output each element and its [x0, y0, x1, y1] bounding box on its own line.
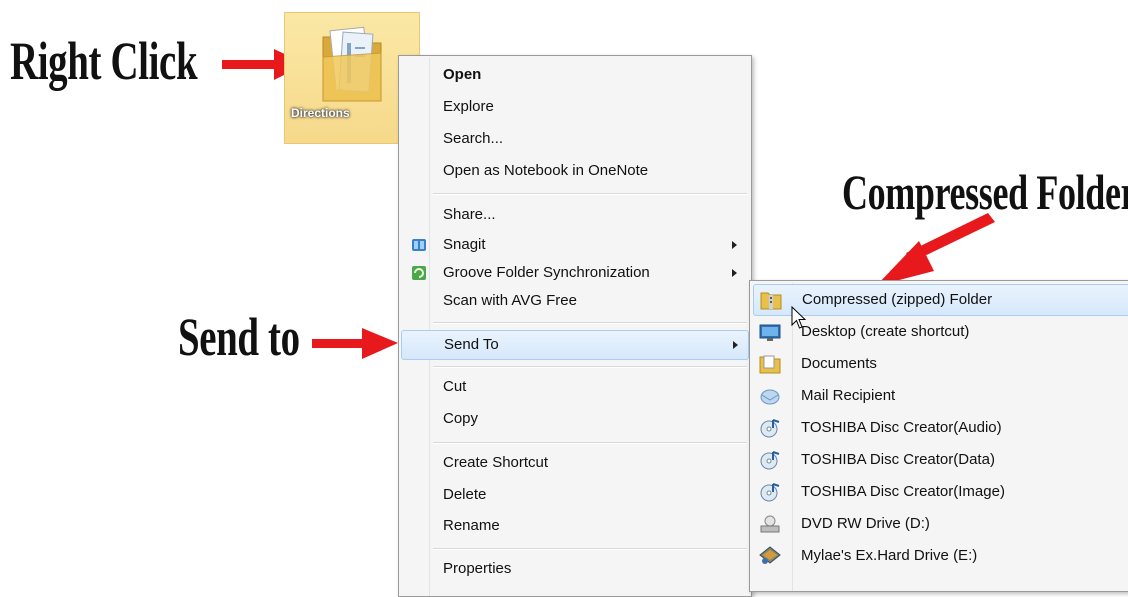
menu-item-explore[interactable]: Explore — [401, 94, 747, 120]
submenu-arrow-icon — [732, 269, 737, 277]
menu-item-groove[interactable]: Groove Folder Synchronization — [401, 260, 747, 286]
send-to-compressed-folder[interactable]: Compressed (zipped) Folder — [753, 284, 1128, 316]
send-to-toshiba-image[interactable]: TOSHIBA Disc Creator(Image) — [753, 477, 1128, 507]
menu-separator — [433, 193, 747, 195]
desktop-icon — [759, 324, 781, 341]
menu-separator — [433, 322, 747, 324]
send-to-toshiba-data[interactable]: TOSHIBA Disc Creator(Data) — [753, 445, 1128, 475]
folder-icon — [322, 26, 382, 102]
send-to-mail-recipient[interactable]: Mail Recipient — [753, 381, 1128, 411]
menu-item-send-to[interactable]: Send To — [401, 330, 749, 360]
snagit-icon — [412, 239, 426, 251]
menu-item-share[interactable]: Share... — [401, 202, 747, 228]
mouse-pointer-icon — [791, 306, 807, 329]
zip-folder-icon — [760, 292, 782, 310]
mail-icon — [760, 389, 780, 405]
menu-item-search[interactable]: Search... — [401, 126, 747, 152]
disc-icon — [760, 451, 780, 470]
groove-icon — [412, 266, 426, 280]
hard-drive-icon — [759, 546, 781, 564]
disc-icon — [760, 483, 780, 502]
menu-item-open-onenote[interactable]: Open as Notebook in OneNote — [401, 158, 747, 184]
menu-item-copy[interactable]: Copy — [401, 406, 747, 432]
send-to-documents[interactable]: Documents — [753, 349, 1128, 379]
send-to-external-hard-drive[interactable]: Mylae's Ex.Hard Drive (E:) — [753, 541, 1128, 571]
menu-item-scan-avg[interactable]: Scan with AVG Free — [401, 288, 747, 314]
submenu-arrow-icon — [732, 241, 737, 249]
send-to-toshiba-audio[interactable]: TOSHIBA Disc Creator(Audio) — [753, 413, 1128, 443]
submenu-arrow-icon — [733, 341, 738, 349]
menu-item-cut[interactable]: Cut — [401, 374, 747, 400]
disc-icon — [760, 419, 780, 438]
menu-item-rename[interactable]: Rename — [401, 513, 747, 539]
folder-name-label: Directions — [291, 106, 350, 120]
menu-separator — [433, 548, 747, 550]
menu-item-snagit[interactable]: Snagit — [401, 232, 747, 258]
menu-item-properties[interactable]: Properties — [401, 556, 747, 582]
context-menu: Open Explore Search... Open as Notebook … — [398, 55, 752, 597]
menu-item-create-shortcut[interactable]: Create Shortcut — [401, 450, 747, 476]
menu-separator — [433, 442, 747, 444]
dvd-drive-icon — [760, 515, 780, 533]
menu-item-open[interactable]: Open — [401, 62, 747, 88]
menu-item-delete[interactable]: Delete — [401, 482, 747, 508]
send-to-dvd-drive[interactable]: DVD RW Drive (D:) — [753, 509, 1128, 539]
menu-separator — [433, 366, 747, 368]
documents-folder-icon — [759, 355, 781, 374]
send-to-desktop[interactable]: Desktop (create shortcut) — [753, 317, 1128, 347]
